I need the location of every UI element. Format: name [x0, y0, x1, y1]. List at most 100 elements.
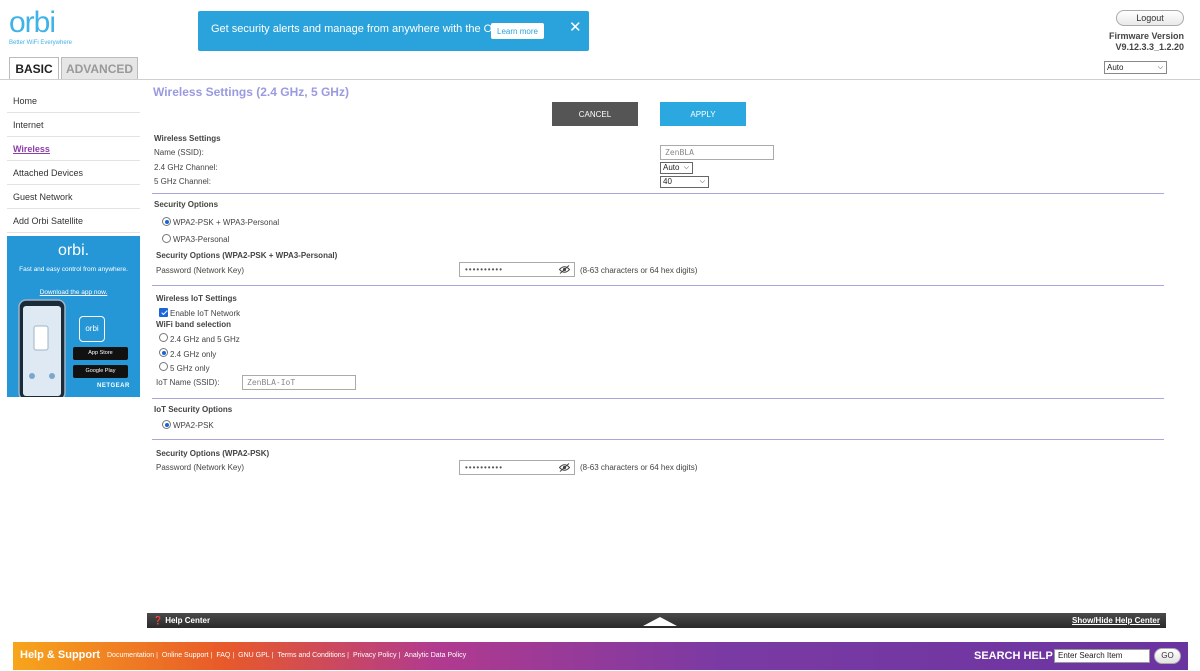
footer-link-analytic-data[interactable]: Analytic Data Policy: [404, 652, 466, 659]
banner-text: Get security alerts and manage from anyw…: [211, 23, 530, 35]
iot-settings-heading: Wireless IoT Settings: [156, 294, 237, 303]
band-24-radio[interactable]: [159, 348, 168, 357]
apply-button[interactable]: APPLY: [660, 102, 746, 126]
section-divider: [152, 439, 1164, 440]
iot-password-value: ••••••••••: [465, 463, 504, 472]
iot-security-subheading: Security Options (WPA2-PSK): [156, 449, 270, 458]
channel-5-label: 5 GHz Channel:: [154, 177, 211, 186]
sidebar-item-internet[interactable]: Internet: [7, 113, 140, 137]
show-hide-help-link[interactable]: Show/Hide Help Center: [1072, 616, 1160, 625]
iot-security-heading: IoT Security Options: [154, 405, 233, 414]
channel-24-select[interactable]: Auto ⌵: [660, 162, 693, 174]
eye-icon[interactable]: [559, 265, 570, 274]
logo-tagline: Better WiFi Everywhere: [9, 40, 73, 46]
ssid-input[interactable]: ZenBLA: [660, 145, 774, 160]
wireless-settings-heading: Wireless Settings: [154, 134, 221, 143]
channel-5-select[interactable]: 40 ⌵: [660, 176, 709, 188]
language-value: Auto: [1107, 63, 1124, 72]
firmware-label: Firmware Version: [1108, 31, 1184, 41]
help-center-toggle[interactable]: ❓ Help Center: [153, 616, 210, 625]
security-options-heading: Security Options: [154, 200, 219, 209]
firmware-version: V9.12.3.3_1.2.20: [1115, 42, 1184, 52]
wpa3-radio[interactable]: [162, 234, 171, 243]
logout-button[interactable]: Logout: [1116, 10, 1184, 26]
enable-iot-label: Enable IoT Network: [170, 309, 241, 318]
iot-wpa2-radio[interactable]: [162, 420, 171, 429]
footer-link-gnu-gpl[interactable]: GNU GPL: [238, 652, 270, 659]
app-store-badge[interactable]: App Store: [73, 347, 128, 360]
header-divider: [0, 79, 1200, 80]
sidebar-item-guest-network[interactable]: Guest Network: [7, 185, 140, 209]
app-promo-banner: Get security alerts and manage from anyw…: [198, 11, 589, 51]
phone-icon: [18, 299, 66, 397]
footer-link-online-support[interactable]: Online Support: [162, 652, 209, 659]
help-center-label: Help Center: [165, 616, 211, 625]
expand-arrow-icon[interactable]: [643, 617, 677, 626]
sidebar-item-home[interactable]: Home: [7, 89, 140, 113]
tab-advanced[interactable]: ADVANCED: [61, 57, 138, 79]
band-5-label: 5 GHz only: [170, 364, 210, 373]
page-title: Wireless Settings (2.4 GHz, 5 GHz): [153, 85, 349, 99]
ssid-label: Name (SSID):: [154, 148, 204, 157]
wpa2-wpa3-radio[interactable]: [162, 217, 171, 226]
search-help-input[interactable]: Enter Search Item: [1054, 649, 1150, 663]
channel-24-label: 2.4 GHz Channel:: [154, 163, 218, 172]
search-go-button[interactable]: GO: [1154, 648, 1181, 664]
sidebar-item-wireless[interactable]: Wireless: [7, 137, 140, 161]
channel-5-value: 40: [663, 177, 672, 186]
footer-link-terms[interactable]: Terms and Conditions: [277, 652, 345, 659]
language-select[interactable]: Auto ⌵: [1104, 61, 1167, 74]
chevron-down-icon: ⌵: [699, 178, 705, 185]
wifi-band-heading: WiFi band selection: [156, 320, 232, 329]
password-input[interactable]: ••••••••••: [459, 262, 575, 277]
footer-link-documentation[interactable]: Documentation: [107, 652, 154, 659]
netgear-logo: NETGEAR: [97, 383, 130, 389]
eye-icon[interactable]: [559, 463, 570, 472]
ad-text: Fast and easy control from anywhere.: [19, 266, 128, 273]
chevron-down-icon: ⌵: [683, 164, 689, 171]
logo-wordmark: orbi: [9, 6, 56, 39]
help-support-title: Help & Support: [20, 649, 101, 661]
enable-iot-checkbox[interactable]: [159, 308, 168, 317]
iot-password-input[interactable]: ••••••••••: [459, 460, 575, 475]
iot-password-label: Password (Network Key): [156, 463, 245, 472]
iot-ssid-label: IoT Name (SSID):: [156, 378, 220, 387]
help-circle-icon: ❓: [153, 616, 163, 625]
footer-link-faq[interactable]: FAQ: [216, 652, 230, 659]
learn-more-button[interactable]: Learn more: [491, 23, 544, 39]
sidebar-item-add-orbi-satellite[interactable]: Add Orbi Satellite: [7, 209, 140, 233]
help-support-footer: Help & Support Documentation | Online Sup…: [13, 642, 1188, 670]
band-both-radio[interactable]: [159, 333, 168, 342]
password-value: ••••••••••: [465, 265, 504, 274]
wpa3-label: WPA3-Personal: [173, 235, 230, 244]
download-app-link[interactable]: Download the app now.: [7, 289, 140, 296]
password-label: Password (Network Key): [156, 266, 245, 275]
iot-ssid-input[interactable]: ZenBLA-IoT: [242, 375, 356, 390]
ad-logo: orbi.: [57, 242, 90, 259]
band-both-label: 2.4 GHz and 5 GHz: [170, 335, 240, 344]
section-divider: [152, 398, 1164, 399]
channel-24-value: Auto: [663, 163, 680, 172]
band-24-label: 2.4 GHz only: [170, 350, 217, 359]
sidebar-item-attached-devices[interactable]: Attached Devices: [7, 161, 140, 185]
search-help-label: SEARCH HELP: [974, 650, 1053, 662]
orbi-logo: orbi Better WiFi Everywhere: [9, 6, 79, 47]
chevron-down-icon: ⌵: [1157, 64, 1163, 71]
footer-links: Documentation | Online Support | FAQ | GNU …: [107, 652, 467, 659]
tab-basic[interactable]: BASIC: [9, 57, 59, 79]
password-hint: (8-63 characters or 64 hex digits): [580, 266, 698, 275]
wpa2-wpa3-label: WPA2-PSK + WPA3-Personal: [173, 218, 280, 227]
cancel-button[interactable]: CANCEL: [552, 102, 638, 126]
google-play-badge[interactable]: Google Play: [73, 365, 128, 378]
section-divider: [152, 193, 1164, 194]
iot-password-hint: (8-63 characters or 64 hex digits): [580, 463, 698, 472]
orbi-app-icon: orbi: [79, 316, 105, 342]
section-divider: [152, 285, 1164, 286]
orbi-app-ad[interactable]: orbi. Fast and easy control from anywher…: [7, 236, 140, 397]
sidebar-nav: Home Internet Wireless Attached Devices …: [7, 89, 140, 233]
security-subheading: Security Options (WPA2-PSK + WPA3-Person…: [156, 251, 338, 260]
band-5-radio[interactable]: [159, 362, 168, 371]
iot-wpa2-label: WPA2-PSK: [173, 421, 214, 430]
footer-link-privacy[interactable]: Privacy Policy: [353, 652, 397, 659]
close-icon[interactable]: ✕: [569, 20, 582, 36]
